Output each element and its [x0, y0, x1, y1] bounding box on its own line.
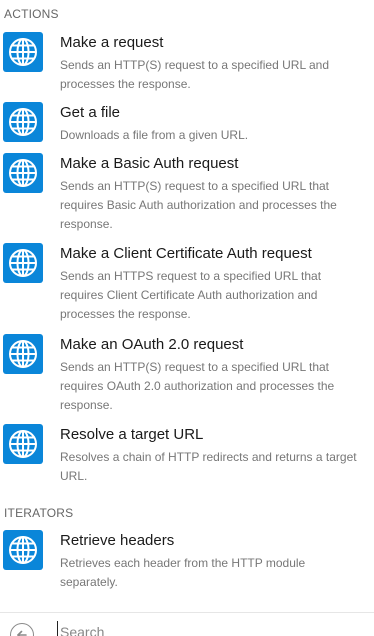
search-bar	[0, 612, 374, 636]
arrow-left-icon	[17, 630, 27, 636]
module-description: Sends an HTTPS request to a specified UR…	[60, 269, 322, 321]
module-get-a-file[interactable]: Get a file Downloads a file from a given…	[0, 102, 374, 145]
globe-icon	[3, 153, 43, 193]
globe-icon	[3, 530, 43, 570]
module-description: Sends an HTTP(S) request to a specified …	[60, 58, 330, 91]
module-title: Make a request	[60, 34, 164, 51]
module-resolve-target-url[interactable]: Resolve a target URL Resolves a chain of…	[0, 424, 374, 486]
module-title: Retrieve headers	[60, 532, 175, 549]
module-title: Resolve a target URL	[60, 426, 204, 443]
module-description: Sends an HTTP(S) request to a specified …	[60, 179, 337, 231]
back-button[interactable]	[10, 623, 34, 636]
module-title: Make a Basic Auth request	[60, 155, 239, 172]
module-description: Retrieves each header from the HTTP modu…	[60, 556, 306, 589]
globe-icon	[3, 102, 43, 142]
iterators-section-header: ITERATORS	[4, 506, 74, 520]
module-make-oauth2-request[interactable]: Make an OAuth 2.0 request Sends an HTTP(…	[0, 334, 374, 415]
module-description: Sends an HTTP(S) request to a specified …	[60, 360, 335, 412]
globe-icon	[3, 32, 43, 72]
search-input[interactable]	[57, 621, 350, 636]
module-title: Make an OAuth 2.0 request	[60, 336, 244, 353]
module-make-basic-auth-request[interactable]: Make a Basic Auth request Sends an HTTP(…	[0, 153, 374, 234]
module-make-a-request[interactable]: Make a request Sends an HTTP(S) request …	[0, 32, 374, 94]
globe-icon	[3, 424, 43, 464]
module-description: Resolves a chain of HTTP redirects and r…	[60, 450, 357, 483]
module-title: Make a Client Certificate Auth request	[60, 245, 312, 262]
module-retrieve-headers[interactable]: Retrieve headers Retrieves each header f…	[0, 530, 374, 592]
module-description: Downloads a file from a given URL.	[60, 128, 249, 142]
globe-icon	[3, 334, 43, 374]
module-make-client-cert-auth-request[interactable]: Make a Client Certificate Auth request S…	[0, 243, 374, 324]
globe-icon	[3, 243, 43, 283]
module-title: Get a file	[60, 104, 121, 121]
actions-section-header: ACTIONS	[4, 7, 59, 21]
